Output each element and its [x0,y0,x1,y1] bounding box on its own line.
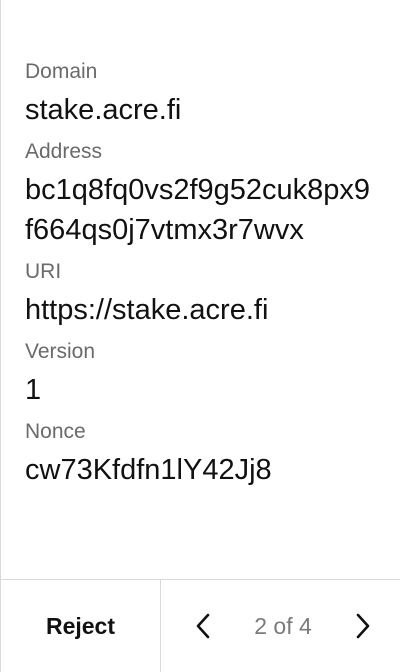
domain-value: stake.acre.fi [25,94,182,126]
reject-button[interactable]: Reject [1,580,161,672]
address-value: bc1q8fq0vs2f9g52cuk8px9f664qs0j7vtmx3r7w… [25,174,371,246]
page-indicator: 2 of 4 [254,612,312,639]
next-page-button[interactable] [349,606,377,646]
chevron-left-icon [194,612,212,640]
version-field: Version 1 [25,338,377,410]
nonce-label: Nonce [25,420,86,443]
pagination: 2 of 4 [161,580,400,672]
uri-field: URI https://stake.acre.fi [25,258,377,330]
nonce-field: Nonce cw73Kfdfn1lY42Jj8 [25,418,377,490]
version-value: 1 [25,374,42,406]
nonce-value: cw73Kfdfn1lY42Jj8 [25,454,272,486]
address-field: Address bc1q8fq0vs2f9g52cuk8px9f664qs0j7… [25,138,377,250]
uri-value: https://stake.acre.fi [25,294,269,326]
previous-page-button[interactable] [189,606,217,646]
message-details: Domain stake.acre.fi Address bc1q8fq0vs2… [25,58,377,498]
domain-label: Domain [25,60,98,83]
action-footer: Reject 2 of 4 [1,579,400,672]
version-label: Version [25,340,96,363]
address-label: Address [25,140,103,163]
chevron-right-icon [354,612,372,640]
uri-label: URI [25,260,62,283]
domain-field: Domain stake.acre.fi [25,58,377,130]
signing-request-panel: Domain stake.acre.fi Address bc1q8fq0vs2… [0,0,400,672]
